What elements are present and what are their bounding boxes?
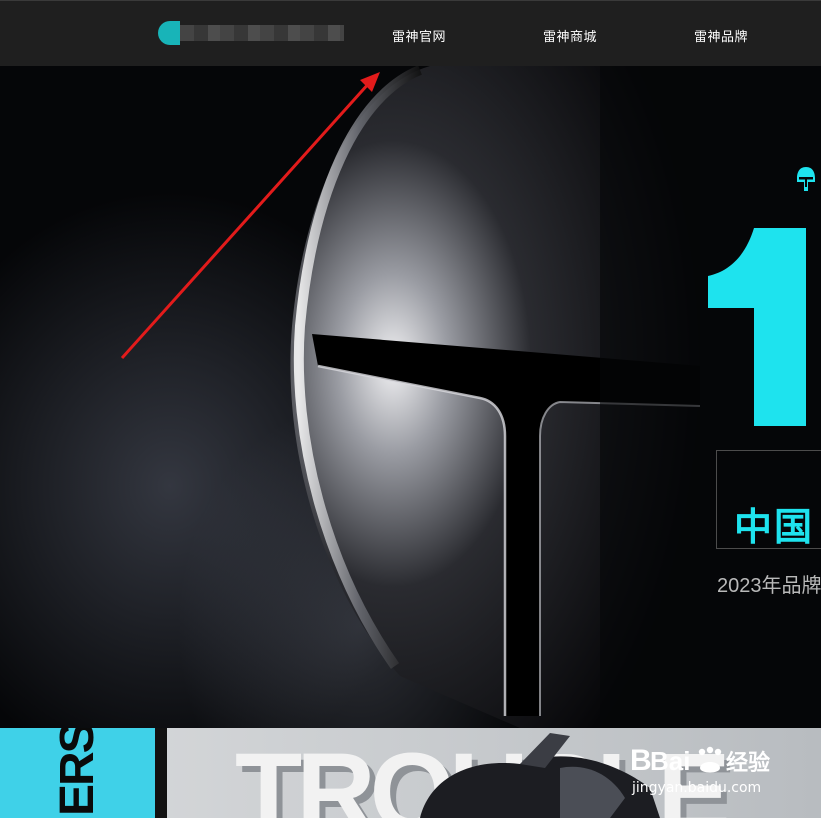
watermark-url: jingyan.baidu.com <box>632 780 762 796</box>
nav-link-official-site[interactable]: 雷神官网 <box>392 26 446 45</box>
helmet-illustration <box>290 66 821 728</box>
watermark-brand-a: Bai <box>650 746 690 776</box>
site-logo[interactable] <box>158 21 180 45</box>
watermark-brand-b: 经验 <box>726 750 770 776</box>
helmet-brand-icon <box>797 167 815 191</box>
baidu-watermark: B Bai 经验 <box>630 744 770 777</box>
nav-link-brand[interactable]: 雷神品牌 <box>694 26 748 45</box>
nav-link-store[interactable]: 雷神商城 <box>543 26 597 45</box>
baidu-paw-icon <box>698 746 722 773</box>
top-navigation-bar: 雷神官网 雷神商城 雷神品牌 <box>0 0 821 66</box>
banner-divider <box>155 728 167 818</box>
hero-headline: 中国 <box>734 507 815 549</box>
banner-vertical-text: ERS <box>51 728 104 816</box>
hero-subline: 2023年品牌 <box>717 575 821 597</box>
big-number-graphic: 1 <box>708 228 806 426</box>
svg-text:B: B <box>630 744 652 777</box>
blurred-logo-text <box>180 25 344 41</box>
promo-banner[interactable]: ERS TROUBLE B Bai 经验 jingyan.baidu.com <box>0 728 821 818</box>
hero-banner[interactable]: 1 中国 2023年品牌 <box>0 66 821 728</box>
